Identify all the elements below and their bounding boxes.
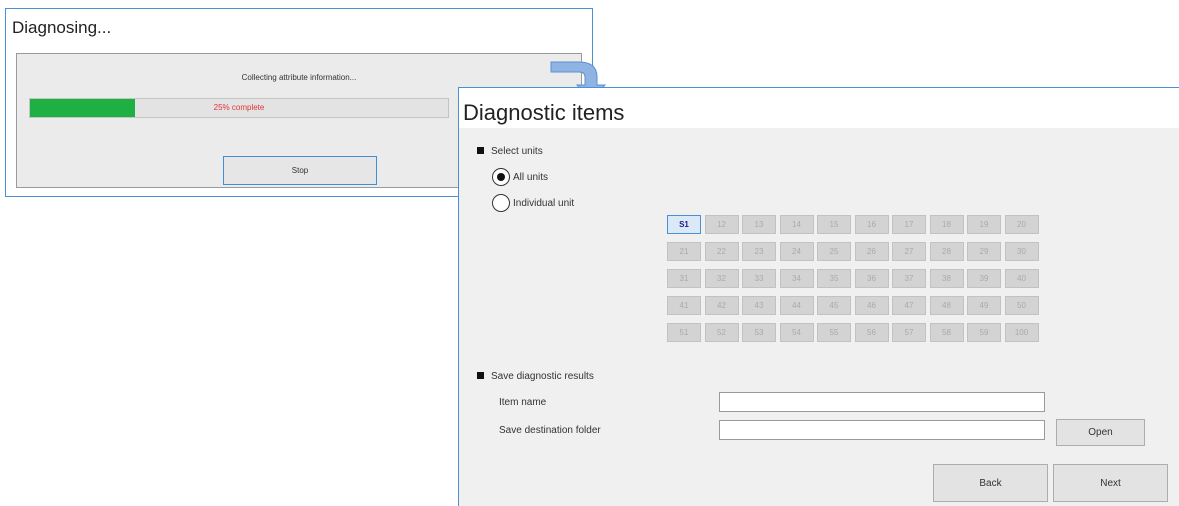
- progress-text: 25% complete: [213, 103, 265, 112]
- unit-cell[interactable]: 55: [817, 323, 851, 342]
- unit-cell[interactable]: 33: [742, 269, 776, 288]
- save-results-heading: Save diagnostic results: [477, 371, 594, 382]
- unit-cell[interactable]: 49: [967, 296, 1001, 315]
- unit-cell[interactable]: 31: [667, 269, 701, 288]
- unit-cell[interactable]: 17: [892, 215, 926, 234]
- radio-individual-unit[interactable]: Individual unit: [492, 194, 574, 212]
- unit-cell[interactable]: 24: [779, 242, 814, 261]
- open-button[interactable]: Open: [1056, 419, 1145, 446]
- unit-cell[interactable]: 25: [817, 242, 851, 261]
- unit-cell[interactable]: 34: [779, 269, 814, 288]
- unit-cell[interactable]: 56: [854, 323, 889, 342]
- unit-cell[interactable]: 58: [929, 323, 964, 342]
- unit-cell[interactable]: 40: [1004, 269, 1039, 288]
- save-folder-label: Save destination folder: [499, 425, 601, 436]
- unit-cell[interactable]: 23: [742, 242, 776, 261]
- unit-cell[interactable]: 32: [704, 269, 739, 288]
- unit-cell[interactable]: 27: [892, 242, 926, 261]
- unit-cell[interactable]: 29: [967, 242, 1001, 261]
- unit-cell[interactable]: 57: [892, 323, 926, 342]
- next-button[interactable]: Next: [1053, 464, 1168, 502]
- unit-cell[interactable]: 44: [779, 296, 814, 315]
- back-button[interactable]: Back: [933, 464, 1048, 502]
- unit-cell[interactable]: 52: [704, 323, 739, 342]
- unit-cell[interactable]: 26: [854, 242, 889, 261]
- radio-all-units-label: All units: [513, 171, 549, 183]
- radio-individual-unit-indicator[interactable]: [492, 194, 510, 212]
- unit-cell[interactable]: 30: [1004, 242, 1039, 261]
- unit-cell[interactable]: 35: [817, 269, 851, 288]
- diagnostic-items-window: Diagnostic items Select units All units …: [458, 87, 1179, 506]
- radio-individual-unit-label: Individual unit: [513, 197, 575, 209]
- radio-all-units[interactable]: All units: [492, 168, 548, 186]
- progress-bar: 25% complete: [29, 98, 449, 118]
- status-message: Collecting attribute information...: [241, 73, 357, 82]
- unit-cell[interactable]: 12: [704, 215, 739, 234]
- unit-cell[interactable]: 37: [892, 269, 926, 288]
- unit-cell[interactable]: S1: [667, 215, 701, 234]
- unit-cell[interactable]: 43: [742, 296, 776, 315]
- unit-cell[interactable]: 51: [667, 323, 701, 342]
- unit-cell[interactable]: 54: [779, 323, 814, 342]
- unit-cell[interactable]: 36: [854, 269, 889, 288]
- unit-cell[interactable]: 28: [929, 242, 964, 261]
- unit-cell[interactable]: 50: [1004, 296, 1039, 315]
- unit-cell[interactable]: 22: [704, 242, 739, 261]
- unit-cell[interactable]: 38: [929, 269, 964, 288]
- unit-cell[interactable]: 48: [929, 296, 964, 315]
- unit-cell[interactable]: 47: [892, 296, 926, 315]
- unit-cell[interactable]: 45: [817, 296, 851, 315]
- unit-cell[interactable]: 15: [817, 215, 851, 234]
- save-folder-field[interactable]: [719, 420, 1045, 440]
- unit-cell[interactable]: 21: [667, 242, 701, 261]
- window-title: Diagnostic items: [463, 100, 625, 125]
- dialog-title: Diagnosing...: [12, 18, 112, 37]
- unit-cell[interactable]: 13: [742, 215, 776, 234]
- unit-cell[interactable]: 16: [854, 215, 889, 234]
- unit-cell[interactable]: 46: [854, 296, 889, 315]
- unit-cell[interactable]: 100: [1004, 323, 1039, 342]
- radio-all-units-indicator[interactable]: [492, 168, 510, 186]
- unit-cell[interactable]: 20: [1004, 215, 1039, 234]
- unit-cell[interactable]: 19: [967, 215, 1001, 234]
- unit-cell[interactable]: 39: [967, 269, 1001, 288]
- stop-button[interactable]: Stop: [223, 156, 377, 185]
- select-units-heading: Select units: [477, 146, 543, 157]
- unit-cell[interactable]: 53: [742, 323, 776, 342]
- window-header: Diagnostic items: [459, 88, 1179, 128]
- unit-cell[interactable]: 42: [704, 296, 739, 315]
- unit-cell[interactable]: 59: [967, 323, 1001, 342]
- unit-cell[interactable]: 18: [929, 215, 964, 234]
- unit-cell[interactable]: 41: [667, 296, 701, 315]
- unit-cell[interactable]: 14: [779, 215, 814, 234]
- item-name-label: Item name: [499, 397, 547, 408]
- item-name-field[interactable]: [719, 392, 1045, 412]
